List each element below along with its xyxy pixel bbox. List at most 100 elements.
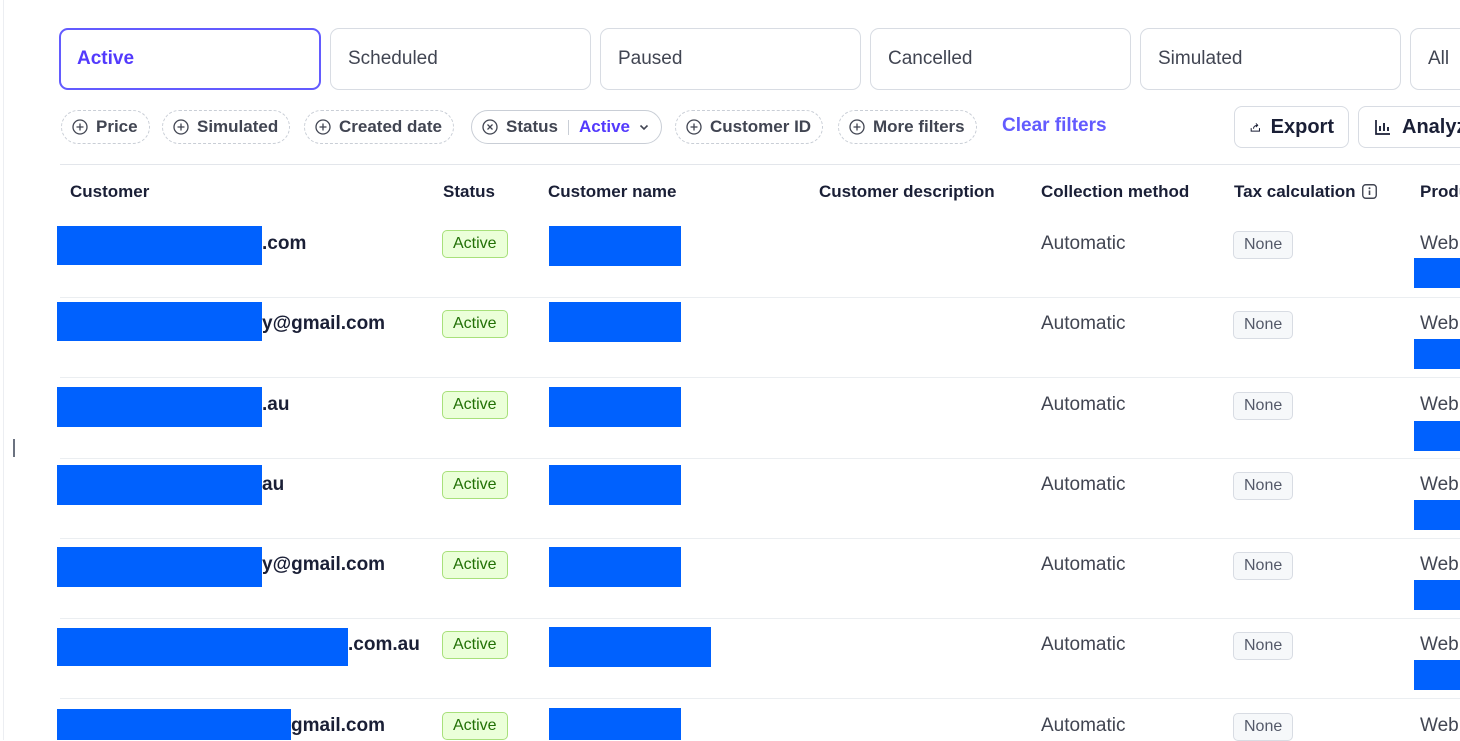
redacted-customer-name	[549, 226, 681, 266]
tab-cancelled[interactable]: Cancelled	[870, 28, 1131, 90]
collection-method: Automatic	[1041, 313, 1126, 334]
tab-label: Simulated	[1158, 48, 1243, 69]
analyze-label: Analyze	[1402, 115, 1460, 138]
table-row[interactable]: au Active Automatic None Web	[0, 458, 1460, 539]
x-circle-icon[interactable]	[482, 119, 498, 135]
table-row[interactable]: y@gmail.com Active Automatic None Web	[0, 538, 1460, 619]
filter-label: Status	[506, 117, 558, 136]
plus-circle-icon	[686, 119, 702, 135]
tax-badge: None	[1233, 632, 1294, 660]
status-badge: Active	[442, 230, 508, 258]
redacted-customer-name	[549, 465, 681, 505]
column-header-tax-calculation[interactable]: Tax calculation	[1234, 182, 1377, 202]
redacted-customer-name	[549, 547, 681, 587]
tab-label: Paused	[618, 48, 683, 69]
tax-badge: None	[1233, 392, 1294, 420]
export-icon	[1250, 123, 1260, 132]
status-badge: Active	[442, 631, 508, 659]
product-name: Web	[1420, 313, 1459, 334]
status-badge: Active	[442, 712, 508, 740]
table-row[interactable]: .au Active Automatic None Web	[0, 378, 1460, 459]
tax-badge: None	[1233, 552, 1294, 580]
customer-email-visible[interactable]: .com	[262, 233, 306, 255]
filter-label: Customer ID	[710, 117, 812, 136]
tab-paused[interactable]: Paused	[600, 28, 861, 90]
tab-label: Scheduled	[348, 48, 438, 69]
redacted-customer-name	[549, 627, 711, 667]
column-header-status[interactable]: Status	[443, 182, 495, 202]
column-header-product[interactable]: Product	[1420, 182, 1460, 202]
column-header-customer[interactable]: Customer	[70, 182, 149, 202]
bar-chart-icon	[1375, 120, 1390, 135]
table-top-divider	[60, 164, 1460, 165]
redacted-customer-name	[549, 387, 681, 427]
filter-label: More filters	[873, 117, 965, 136]
product-name: Web	[1420, 554, 1459, 575]
filter-more[interactable]: More filters	[838, 110, 977, 144]
tab-label: Cancelled	[888, 48, 973, 69]
redacted-customer-email	[57, 465, 262, 505]
plus-circle-icon	[72, 119, 88, 135]
analyze-button[interactable]: Analyze	[1358, 106, 1460, 148]
collection-method: Automatic	[1041, 474, 1126, 495]
customer-email-visible[interactable]: au	[262, 474, 284, 496]
redacted-product	[1414, 421, 1460, 451]
status-badge: Active	[442, 391, 508, 419]
tax-badge: None	[1233, 713, 1294, 741]
plus-circle-icon	[315, 119, 331, 135]
customer-email-visible[interactable]: .com.au	[348, 634, 420, 656]
tab-scheduled[interactable]: Scheduled	[330, 28, 591, 90]
customer-email-visible[interactable]: .au	[262, 394, 289, 416]
status-badge: Active	[442, 471, 508, 499]
redacted-customer-email	[57, 628, 348, 666]
filter-price[interactable]: Price	[61, 110, 150, 144]
column-header-label: Tax calculation	[1234, 182, 1356, 201]
redacted-customer-email	[57, 302, 262, 341]
column-header-collection-method[interactable]: Collection method	[1041, 182, 1189, 202]
product-name: Web	[1420, 233, 1459, 254]
product-name: Web	[1420, 634, 1459, 655]
filter-separator	[567, 119, 569, 135]
filter-simulated[interactable]: Simulated	[162, 110, 291, 144]
filter-customer-id[interactable]: Customer ID	[675, 110, 824, 144]
filter-value: Active	[578, 117, 630, 136]
table-row[interactable]: .com.au Active Automatic None Web	[0, 618, 1460, 699]
filter-label: Created date	[339, 117, 442, 136]
redacted-customer-email	[57, 709, 291, 740]
customer-email-visible[interactable]: y@gmail.com	[262, 554, 385, 576]
redacted-customer-name	[549, 302, 681, 342]
filter-status[interactable]: Status Active	[471, 110, 662, 144]
redacted-customer-email	[57, 387, 262, 427]
tab-simulated[interactable]: Simulated	[1140, 28, 1401, 90]
redacted-product	[1414, 258, 1460, 288]
product-name: Web	[1420, 715, 1459, 736]
export-button[interactable]: Export	[1234, 106, 1349, 148]
product-name: Web	[1420, 394, 1459, 415]
plus-circle-icon	[173, 119, 189, 135]
customer-email-visible[interactable]: y@gmail.com	[262, 313, 385, 335]
tab-active[interactable]: Active	[59, 28, 321, 90]
redacted-product	[1414, 660, 1460, 690]
plus-circle-icon	[849, 119, 865, 135]
export-label: Export	[1270, 115, 1334, 138]
collection-method: Automatic	[1041, 233, 1126, 254]
filter-created-date[interactable]: Created date	[304, 110, 454, 144]
info-icon[interactable]	[1361, 184, 1377, 199]
column-header-customer-description[interactable]: Customer description	[819, 182, 995, 202]
table-row[interactable]: .com Active Automatic None Web	[0, 217, 1460, 298]
filter-label: Price	[96, 117, 138, 136]
product-name: Web	[1420, 474, 1459, 495]
tax-badge: None	[1233, 231, 1294, 259]
table-row[interactable]: y@gmail.com Active Automatic None Web	[0, 297, 1460, 378]
clear-filters-link[interactable]: Clear filters	[1002, 115, 1107, 137]
table-row[interactable]: gmail.com Active Automatic None Web	[0, 699, 1460, 741]
redacted-customer-email	[57, 547, 262, 587]
filter-label: Simulated	[197, 117, 279, 136]
tax-badge: None	[1233, 472, 1294, 500]
customer-email-visible[interactable]: gmail.com	[291, 715, 385, 737]
column-header-product-clip: Product	[1420, 182, 1460, 202]
tab-label: Active	[77, 48, 135, 69]
column-header-customer-name[interactable]: Customer name	[548, 182, 676, 202]
status-badge: Active	[442, 551, 508, 579]
tab-all[interactable]: All	[1410, 28, 1460, 90]
